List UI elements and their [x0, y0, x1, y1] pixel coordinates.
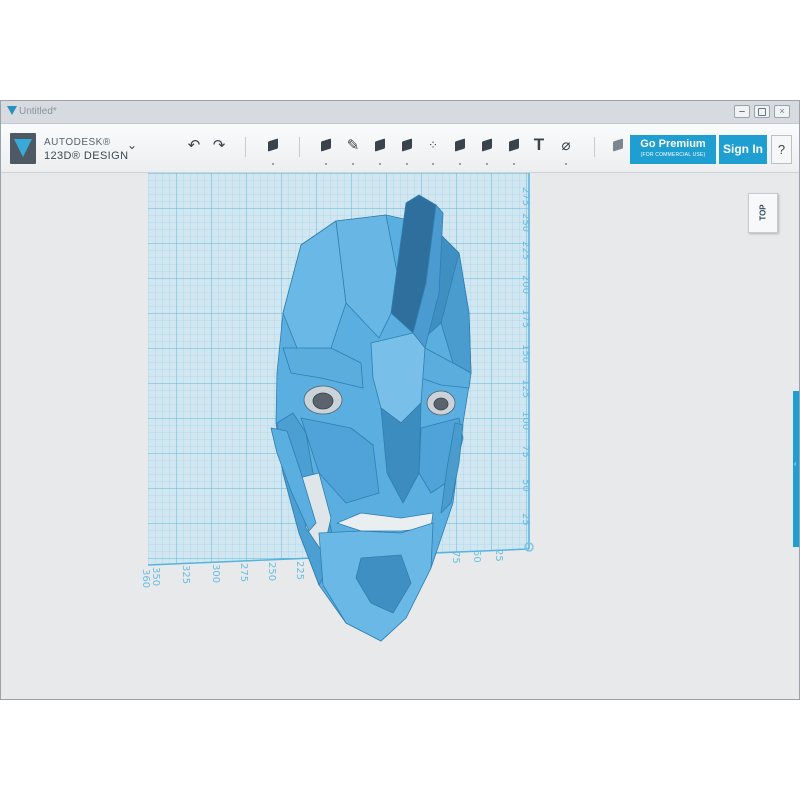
grouping-icon[interactable]: [450, 134, 470, 165]
grid-label: 125: [520, 379, 531, 398]
main-toolbar: AUTODESK® 123D® DESIGN ⌄ ↶ ↷ ✎ ⁘ T ⌀ Go …: [1, 124, 799, 173]
grid-label: 325: [180, 565, 191, 584]
grid-label: 350: [150, 567, 161, 586]
app-window: Untitled* × AUTODESK® 123D® DESIGN ⌄ ↶ ↷…: [0, 100, 800, 700]
grid-label: 75: [520, 445, 531, 458]
view-cube-face-label: TOP: [758, 204, 768, 221]
app-logo-icon: [7, 106, 17, 115]
grid-label: 225: [294, 561, 305, 580]
primitives-icon[interactable]: [316, 134, 336, 165]
chevron-down-icon[interactable]: ⌄: [122, 134, 142, 156]
grid-label: 250: [520, 213, 531, 232]
sign-in-button[interactable]: Sign In: [719, 135, 767, 164]
help-button[interactable]: ?: [771, 135, 792, 164]
grid-label: 150: [520, 344, 531, 363]
side-panel-handle[interactable]: ‹: [793, 391, 799, 547]
chevron-left-icon: ‹: [794, 461, 797, 468]
toolbar-divider: [245, 137, 246, 157]
grid-label: 200: [520, 275, 531, 294]
autodesk-logo-icon: [14, 139, 32, 157]
pattern-icon[interactable]: ⁘: [423, 134, 443, 165]
material-icon[interactable]: [608, 134, 628, 156]
go-premium-button[interactable]: Go Premium (FOR COMMERCIAL USE): [630, 135, 716, 164]
grid-label: 100: [520, 411, 531, 430]
grid-label: 50: [520, 479, 531, 492]
maximize-button[interactable]: [754, 105, 770, 118]
construct-icon[interactable]: [370, 134, 390, 165]
combine-icon[interactable]: [477, 134, 497, 165]
grid-label: 250: [266, 562, 277, 581]
toolbar-divider: [594, 137, 595, 157]
scene-canvas[interactable]: 275 250 225 200 175 150 125 100 75 50 25…: [1, 173, 799, 699]
grid-label: 75: [450, 551, 461, 564]
modify-icon[interactable]: [397, 134, 417, 165]
view-cube[interactable]: TOP: [748, 193, 778, 233]
grid-label: 175: [520, 309, 531, 328]
brand-product: 123D® DESIGN: [44, 150, 129, 162]
redo-icon[interactable]: ↷: [209, 134, 229, 156]
go-premium-sublabel: (FOR COMMERCIAL USE): [640, 152, 706, 158]
close-button[interactable]: ×: [774, 105, 790, 118]
grid-label: 275: [238, 563, 249, 582]
grid-label: 275: [520, 187, 531, 206]
brand-company: AUTODESK®: [44, 137, 111, 148]
grid-label: 225: [520, 241, 531, 260]
grid-label: 25: [520, 513, 531, 526]
grid-label: 50: [471, 550, 482, 563]
grid-label: 300: [210, 564, 221, 583]
3d-viewport[interactable]: 275 250 225 200 175 150 125 100 75 50 25…: [1, 173, 799, 699]
title-bar: Untitled* ×: [1, 101, 799, 124]
undo-icon[interactable]: ↶: [184, 134, 204, 156]
snap-icon[interactable]: ⌀: [556, 134, 576, 165]
minimize-button[interactable]: [734, 105, 750, 118]
text-icon[interactable]: T: [529, 134, 549, 156]
go-premium-label: Go Premium: [640, 138, 706, 150]
transform-icon[interactable]: [263, 134, 283, 165]
window-title: Untitled*: [19, 106, 57, 117]
grid-label: 360: [140, 569, 151, 588]
app-menu-button[interactable]: [10, 133, 36, 164]
grid-label: 25: [493, 549, 504, 562]
sketch-icon[interactable]: ✎: [343, 134, 363, 165]
measure-icon[interactable]: [504, 134, 524, 165]
toolbar-divider: [299, 137, 300, 157]
